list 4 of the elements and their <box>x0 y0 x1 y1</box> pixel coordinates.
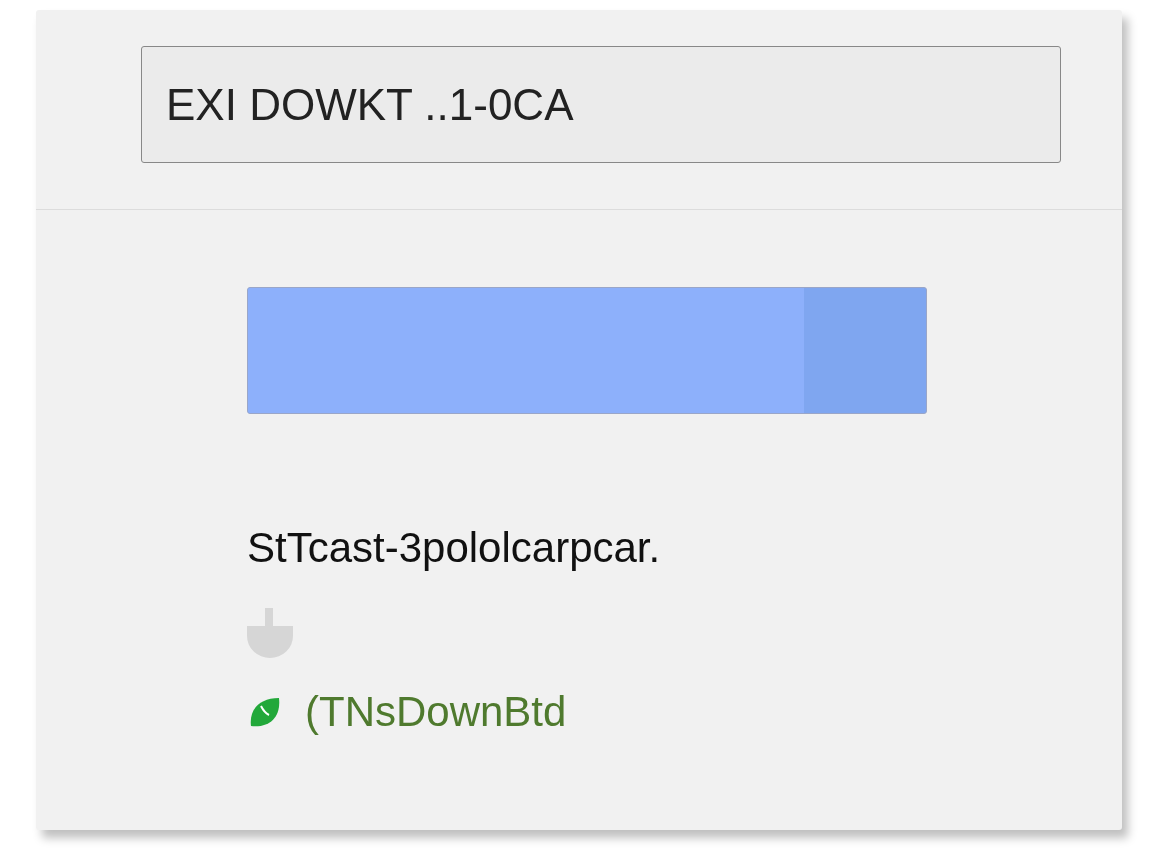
address-field[interactable]: EXI DOWKT ..1-0CA <box>141 46 1061 163</box>
plug-icon <box>247 608 293 658</box>
status-text: StTcast-3pololcarpcar. <box>247 524 662 572</box>
download-status: (TNsDownBtd <box>305 688 567 736</box>
